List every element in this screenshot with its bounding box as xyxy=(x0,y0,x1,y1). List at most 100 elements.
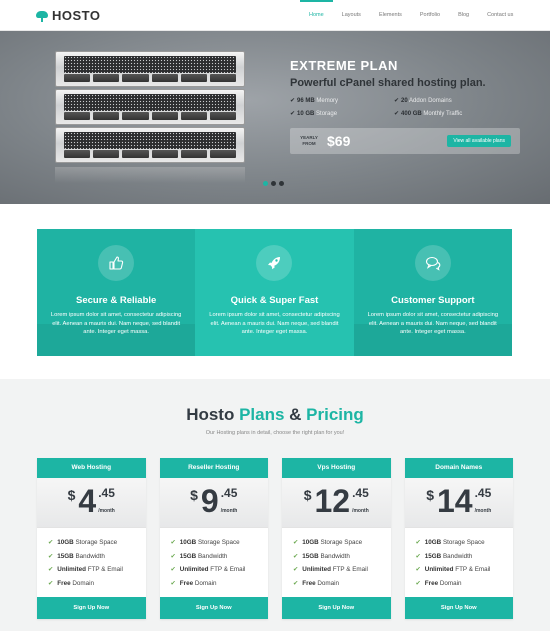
currency: $ xyxy=(426,487,434,503)
pricing-card: Reseller Hosting $ 9 .45/month ✔ 10GB Sto… xyxy=(159,458,269,619)
plan-name: Web Hosting xyxy=(37,458,146,478)
price-decimal: .45 xyxy=(352,486,369,500)
nav-home[interactable]: Home xyxy=(300,0,333,31)
plan-name: Vps Hosting xyxy=(282,458,391,478)
plan-price-box: $ 4 .45/month xyxy=(37,478,146,528)
list-item: ✔ Free Domain xyxy=(170,579,217,587)
currency: $ xyxy=(67,487,76,503)
check-icon: ✔ xyxy=(415,566,421,573)
feature-title: Quick & Super Fast xyxy=(230,295,319,306)
feature-text: Lorem ipsum dolor sit amet, consectetur … xyxy=(50,312,182,335)
chat-icon xyxy=(414,245,451,281)
sign-up-button[interactable]: Sign Up Now xyxy=(282,597,391,619)
pricing-card: Domain Names $ 14 .45/month ✔ 10GB Storag… xyxy=(404,458,514,619)
nav-blog[interactable]: Blog xyxy=(449,0,478,31)
price-decimal: .45 xyxy=(220,486,238,500)
price-integer: 9 xyxy=(200,483,219,519)
price-integer: 4 xyxy=(78,483,97,519)
pricing-title: Hosto Plans & Pricing xyxy=(186,405,364,424)
list-item: ✔ 15GB Bandwidth xyxy=(293,552,350,560)
sign-up-button[interactable]: Sign Up Now xyxy=(404,597,513,619)
feature-box: Secure & Reliable Lorem ipsum dolor sit … xyxy=(37,229,196,356)
plan-feature: ✔ 20 Addon Domains xyxy=(394,98,452,104)
plan-name: Domain Names xyxy=(404,458,513,478)
price-prefix: YEARLY FROM xyxy=(300,135,318,146)
price-decimal: .45 xyxy=(98,486,115,500)
check-icon: ✔ xyxy=(293,539,299,546)
list-item: ✔ 10GB Storage Space xyxy=(48,539,118,546)
plan-feature-list: ✔ 10GB Storage Space ✔ 15GB Bandwidth ✔ Unl… xyxy=(160,528,269,590)
list-item: ✔ 15GB Bandwidth xyxy=(415,552,473,560)
check-icon: ✔ xyxy=(48,566,54,573)
logo-text: HOSTO xyxy=(52,8,101,23)
slider-dot[interactable] xyxy=(263,181,268,186)
view-plans-button[interactable]: View all available plans xyxy=(447,135,511,147)
plan-price-box: $ 14 .45/month xyxy=(404,478,513,528)
slider-dots xyxy=(263,181,284,186)
feature-text: Lorem ipsum dolor sit amet, consectetur … xyxy=(209,312,340,335)
plan-feature: ✔ 400 GB Monthly Traffic xyxy=(394,111,463,117)
list-item: ✔ Unlimited FTP & Email xyxy=(415,566,491,573)
check-icon: ✔ xyxy=(170,579,176,587)
feature-box: Customer Support Lorem ipsum dolor sit a… xyxy=(353,229,512,356)
currency: $ xyxy=(303,487,312,503)
feature-box: Quick & Super Fast Lorem ipsum dolor sit… xyxy=(195,229,354,356)
slider-dot[interactable] xyxy=(271,181,276,186)
check-icon: ✔ xyxy=(415,539,421,546)
plan-features: ✔ 96 MB Memory ✔ 20 Addon Domains ✔ 10 GB S… xyxy=(290,97,520,117)
plan-feature: ✔ 10 GB Storage xyxy=(290,111,338,117)
nav-contact[interactable]: Contact us xyxy=(478,0,522,31)
plan-price-box: $ 12 .45/month xyxy=(282,478,391,528)
list-item: ✔ 10GB Storage Space xyxy=(415,539,485,546)
cloud-tree-icon xyxy=(36,10,48,22)
plan-subtitle: Powerful cPanel shared hosting plan. xyxy=(290,77,486,89)
price-decimal: .45 xyxy=(474,486,492,500)
nav-portfolio[interactable]: Portfolio xyxy=(411,0,449,31)
list-item: ✔ Unlimited FTP & Email xyxy=(293,566,368,573)
pricing-card: Vps Hosting $ 12 .45/month ✔ 10GB Storage… xyxy=(282,458,391,619)
plan-price-box: $ 9 .45/month xyxy=(159,478,268,528)
plan-feature-list: ✔ 10GB Storage Space ✔ 15GB Bandwidth ✔ Unl… xyxy=(37,528,146,590)
check-icon: ✔ xyxy=(48,579,54,587)
list-item: ✔ Unlimited FTP & Email xyxy=(48,566,123,573)
nav-elements[interactable]: Elements xyxy=(370,0,411,31)
check-icon: ✔ xyxy=(415,579,421,587)
thumbs-up-icon xyxy=(98,245,135,281)
check-icon: ✔ xyxy=(170,552,176,560)
price-period: /month xyxy=(98,508,115,514)
plan-feature-list: ✔ 10GB Storage Space ✔ 15GB Bandwidth ✔ Unl… xyxy=(405,528,514,590)
plan-name: Reseller Hosting xyxy=(159,458,268,478)
list-item: ✔ Free Domain xyxy=(293,579,340,587)
check-icon: ✔ xyxy=(170,566,176,573)
rocket-icon xyxy=(256,245,293,281)
check-icon: ✔ xyxy=(290,111,296,117)
list-item: ✔ Free Domain xyxy=(48,579,95,587)
price-bar: YEARLY FROM $69 View all available plans xyxy=(290,128,520,154)
sign-up-button[interactable]: Sign Up Now xyxy=(159,597,268,619)
slider-dot[interactable] xyxy=(279,181,284,186)
feature-title: Secure & Reliable xyxy=(76,295,157,306)
check-icon: ✔ xyxy=(293,566,299,573)
check-icon: ✔ xyxy=(293,552,299,560)
list-item: ✔ 15GB Bandwidth xyxy=(48,552,105,560)
pricing-subtitle: Our Hosting plans in detail, choose the … xyxy=(205,430,345,436)
pricing-cards: Web Hosting $ 4 .45/month ✔ 10GB Storage … xyxy=(37,458,513,619)
price-period: /month xyxy=(474,508,492,514)
check-icon: ✔ xyxy=(394,111,400,117)
logo[interactable]: HOSTO xyxy=(36,8,101,23)
sign-up-button[interactable]: Sign Up Now xyxy=(37,597,146,619)
site-header: HOSTO Home Layouts Elements Portfolio Bl… xyxy=(0,0,550,31)
check-icon: ✔ xyxy=(290,98,296,104)
check-icon: ✔ xyxy=(170,539,176,546)
plan-feature-list: ✔ 10GB Storage Space ✔ 15GB Bandwidth ✔ Unl… xyxy=(282,528,391,590)
nav-layouts[interactable]: Layouts xyxy=(333,0,370,31)
features-section: Secure & Reliable Lorem ipsum dolor sit … xyxy=(0,204,550,379)
check-icon: ✔ xyxy=(415,552,421,560)
list-item: ✔ 10GB Storage Space xyxy=(170,539,240,546)
price-period: /month xyxy=(220,508,238,514)
list-item: ✔ 15GB Bandwidth xyxy=(170,552,228,560)
currency: $ xyxy=(190,487,198,503)
price-period: /month xyxy=(352,508,369,514)
main-nav: Home Layouts Elements Portfolio Blog Con… xyxy=(300,0,522,31)
list-item: ✔ Free Domain xyxy=(415,579,462,587)
